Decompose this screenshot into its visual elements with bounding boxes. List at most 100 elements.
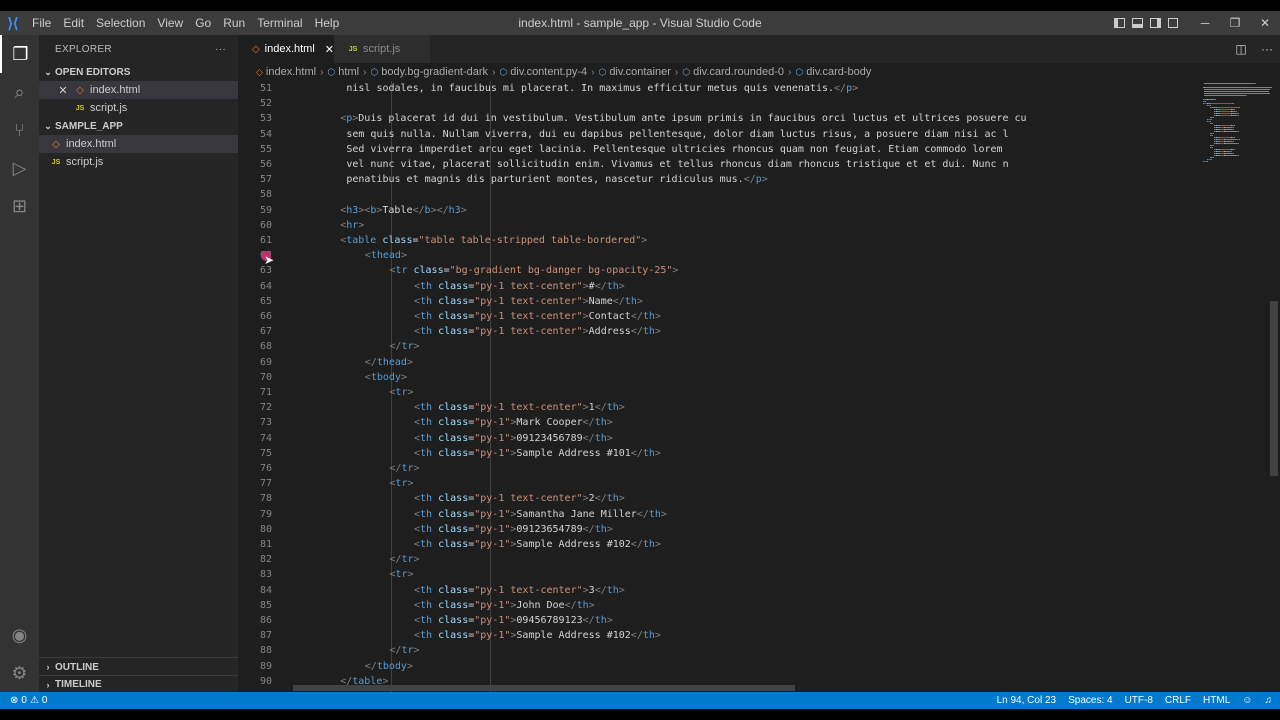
extensions-icon[interactable]: ⊞ [0,187,39,225]
minimap[interactable] [1188,81,1272,692]
code-line[interactable]: 84 <th class="py-1 text-center">3</th> [238,583,1188,598]
code-line[interactable]: 59 <h3><b>Table</b></h3> [238,203,1188,218]
breadcrumb-item[interactable]: ⬡ div.content.py-4 [499,66,587,78]
code-editor[interactable]: 51 nisl sodales, in faucibus mi placerat.… [238,81,1280,692]
code-line[interactable]: 83 <tr> [238,567,1188,582]
code-line[interactable]: 73 <th class="py-1">Mark Cooper</th> [238,415,1188,430]
menu-selection[interactable]: Selection [90,11,151,35]
split-editor-icon[interactable]: ◫ [1228,42,1254,56]
menu-edit[interactable]: Edit [57,11,90,35]
code-line[interactable]: 88 </tr> [238,643,1188,658]
code-line[interactable]: 55 Sed viverra imperdiet arcu eget lacini… [238,142,1188,157]
menu-run[interactable]: Run [217,11,251,35]
cursor-position[interactable]: Ln 94, Col 23 [997,695,1057,706]
code-line[interactable]: 85 <th class="py-1">John Doe</th> [238,598,1188,613]
code-line[interactable]: 75 <th class="py-1">Sample Address #101</… [238,446,1188,461]
code-line[interactable]: 64 <th class="py-1 text-center">#</th> [238,279,1188,294]
code-line[interactable]: 56 vel nunc vitae, placerat sollicitudin … [238,157,1188,172]
code-line[interactable]: 76 </tr> [238,461,1188,476]
outline-label: OUTLINE [55,661,99,673]
problems-indicator[interactable]: ⊗ 0 ⚠ 0 [0,695,47,706]
code-line[interactable]: 80 <th class="py-1">09123654789</th> [238,522,1188,537]
menu-help[interactable]: Help [309,11,346,35]
code-line[interactable]: 78 <th class="py-1 text-center">2</th> [238,491,1188,506]
close-icon[interactable]: ✕ [57,84,69,97]
code-line[interactable]: 62<thead> [238,248,1188,263]
code-line[interactable]: 71 <tr> [238,385,1188,400]
code-line[interactable]: 51 nisl sodales, in faucibus mi placerat.… [238,81,1188,96]
customize-layout-icon[interactable] [1164,11,1182,35]
more-actions-icon[interactable]: ··· [1254,42,1280,56]
code-line[interactable]: 68 </tr> [238,339,1188,354]
code-line[interactable]: 86 <th class="py-1">09456789123</th> [238,613,1188,628]
explorer-icon[interactable]: ❐ [0,35,39,73]
open-editor-item-index-html[interactable]: ✕ ◇ index.html [39,81,238,99]
toggle-sidebar-icon[interactable] [1110,11,1128,35]
tab-index-html[interactable]: ◇ index.html ✕ [238,35,334,63]
manage-gear-icon[interactable]: ⚙ [0,654,39,692]
code-line[interactable]: 65 <th class="py-1 text-center">Name</th> [238,294,1188,309]
code-line[interactable]: 58 [238,187,1188,202]
menu-file[interactable]: File [26,11,57,35]
source-control-icon[interactable]: ⑂ [0,111,39,149]
code-line[interactable]: 57 penatibus et magnis dis parturient mon… [238,172,1188,187]
horizontal-scrollbar[interactable] [293,685,795,691]
code-line[interactable]: 67 <th class="py-1 text-center">Address</… [238,324,1188,339]
breadcrumb-item[interactable]: ◇ index.html [256,66,316,78]
code-line[interactable]: 63 <tr class="bg-gradient bg-danger bg-op… [238,263,1188,278]
feedback-icon[interactable]: ☺ [1242,695,1252,706]
menu-go[interactable]: Go [189,11,217,35]
minimap-line [1210,121,1212,122]
code-line[interactable]: 74 <th class="py-1">09123456789</th> [238,431,1188,446]
line-ending[interactable]: CRLF [1165,695,1191,706]
breadcrumb-item[interactable]: ⬡ div.container [598,66,670,78]
code-line[interactable]: 77 <tr> [238,476,1188,491]
indentation[interactable]: Spaces: 4 [1068,695,1112,706]
explorer-more-icon[interactable]: ··· [215,44,226,55]
code-line[interactable]: 66 <th class="py-1 text-center">Contact</… [238,309,1188,324]
code-line[interactable]: 69 </thead> [238,355,1188,370]
minimize-button[interactable]: ─ [1190,11,1220,35]
menu-terminal[interactable]: Terminal [251,11,308,35]
vertical-scrollbar[interactable] [1270,301,1278,476]
toggle-secondary-sidebar-icon[interactable] [1146,11,1164,35]
language-mode[interactable]: HTML [1203,695,1230,706]
encoding[interactable]: UTF-8 [1125,695,1153,706]
outline-section[interactable]: › OUTLINE [39,657,238,676]
menu-view[interactable]: View [151,11,189,35]
code-line[interactable]: 54 sem quis nulla. Nullam viverra, dui eu… [238,127,1188,142]
code-line[interactable]: 89 </tbody> [238,659,1188,674]
breadcrumb-item[interactable]: ⬡ div.card.rounded-0 [682,66,784,78]
restore-button[interactable]: ❐ [1220,11,1250,35]
file-label: index.html [66,138,117,150]
code-line[interactable]: 70 <tbody> [238,370,1188,385]
code-line[interactable]: 81 <th class="py-1">Sample Address #102</… [238,537,1188,552]
timeline-section[interactable]: › TIMELINE [39,675,238,693]
breadcrumb-item[interactable]: ⬡ html [327,66,359,78]
search-icon[interactable]: ⌕ [0,73,39,111]
code-line[interactable]: 72 <th class="py-1 text-center">1</th> [238,400,1188,415]
code-line[interactable]: 87 <th class="py-1">Sample Address #102</… [238,628,1188,643]
accounts-icon[interactable]: ◉ [0,616,39,654]
code-line[interactable]: 82 </tr> [238,552,1188,567]
open-editor-item-script-js[interactable]: JS script.js [39,99,238,117]
breadcrumb-item[interactable]: ⬡ body.bg-gradient-dark [370,66,488,78]
code-line[interactable]: 53 <p>Duis placerat id dui in vestibulum.… [238,111,1188,126]
folder-item-index-html[interactable]: ◇ index.html [39,135,238,153]
tab-script-js[interactable]: JS script.js [334,35,430,63]
breadcrumb-item[interactable]: ⬡ div.card-body [795,66,871,78]
editor-tab-bar: ◇ index.html ✕ JS script.js ◫ ··· [238,35,1280,63]
run-debug-icon[interactable]: ▷ [0,149,39,187]
chevron-right-icon: › [674,66,679,78]
code-line[interactable]: 52 [238,96,1188,111]
code-line[interactable]: 79 <th class="py-1">Samantha Jane Miller<… [238,507,1188,522]
code-line[interactable]: 60 <hr> [238,218,1188,233]
open-editors-section[interactable]: ⌄ OPEN EDITORS [39,63,238,81]
notifications-bell-icon[interactable]: ♫ [1265,695,1273,706]
folder-section-sample-app[interactable]: ⌄ SAMPLE_APP [39,117,238,135]
close-window-button[interactable]: ✕ [1250,11,1280,35]
toggle-panel-icon[interactable] [1128,11,1146,35]
code-line[interactable]: 61 <table class="table table-stripped tab… [238,233,1188,248]
folder-item-script-js[interactable]: JS script.js [39,153,238,171]
close-tab-icon[interactable]: ✕ [325,43,334,56]
